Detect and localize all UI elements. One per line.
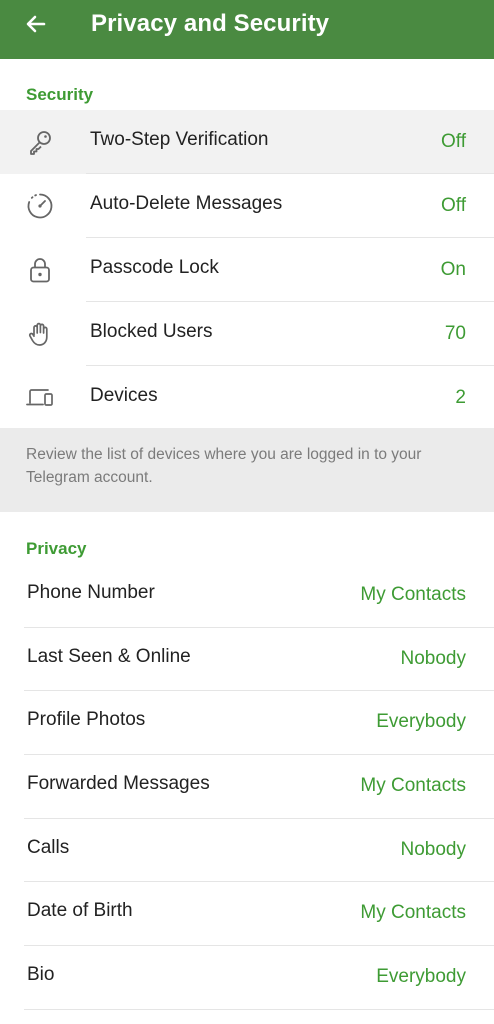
blocked-users-label: Blocked Users bbox=[90, 321, 213, 342]
profile-photos-value: Everybody bbox=[376, 711, 466, 732]
forwarded-messages-value: My Contacts bbox=[360, 775, 466, 796]
profile-photos-row[interactable]: Profile Photos Everybody bbox=[0, 690, 494, 754]
bio-value: Everybody bbox=[376, 966, 466, 987]
back-arrow-icon bbox=[24, 12, 48, 36]
auto-delete-messages-value: Off bbox=[441, 195, 466, 216]
calls-row[interactable]: Calls Nobody bbox=[0, 818, 494, 882]
phone-number-value: My Contacts bbox=[360, 584, 466, 605]
back-button[interactable] bbox=[14, 6, 58, 42]
last-seen-online-label: Last Seen & Online bbox=[27, 646, 191, 667]
bio-label: Bio bbox=[27, 964, 55, 985]
blocked-users-value: 70 bbox=[444, 323, 466, 344]
profile-photos-label: Profile Photos bbox=[27, 709, 146, 730]
calls-value: Nobody bbox=[400, 839, 467, 860]
forwarded-messages-label: Forwarded Messages bbox=[27, 773, 210, 794]
page-title: Privacy and Security bbox=[91, 10, 330, 37]
security-section-header: Security bbox=[26, 85, 94, 104]
devices-info-text: Review the list of devices where you are… bbox=[0, 428, 494, 512]
divider bbox=[24, 1009, 494, 1010]
passcode-lock-value: On bbox=[440, 259, 466, 280]
devices-label: Devices bbox=[90, 385, 158, 406]
phone-number-row[interactable]: Phone Number My Contacts bbox=[0, 563, 494, 627]
hand-icon bbox=[22, 316, 58, 352]
auto-delete-messages-row[interactable]: Auto-Delete Messages Off bbox=[0, 174, 494, 238]
passcode-lock-row[interactable]: Passcode Lock On bbox=[0, 238, 494, 302]
date-of-birth-label: Date of Birth bbox=[27, 900, 133, 921]
last-seen-online-value: Nobody bbox=[400, 648, 467, 669]
privacy-section-header: Privacy bbox=[26, 539, 87, 558]
forwarded-messages-row[interactable]: Forwarded Messages My Contacts bbox=[0, 754, 494, 818]
devices-icon bbox=[22, 380, 58, 416]
key-icon bbox=[22, 124, 58, 160]
date-of-birth-row[interactable]: Date of Birth My Contacts bbox=[0, 881, 494, 945]
phone-number-label: Phone Number bbox=[27, 582, 155, 603]
date-of-birth-value: My Contacts bbox=[360, 902, 466, 923]
lock-icon bbox=[22, 252, 58, 288]
two-step-verification-row[interactable]: Two-Step Verification Off bbox=[0, 110, 494, 174]
app-bar: Privacy and Security bbox=[0, 0, 494, 59]
auto-delete-messages-label: Auto-Delete Messages bbox=[90, 193, 283, 214]
two-step-verification-label: Two-Step Verification bbox=[90, 129, 269, 150]
passcode-lock-label: Passcode Lock bbox=[90, 257, 219, 278]
last-seen-online-row[interactable]: Last Seen & Online Nobody bbox=[0, 627, 494, 691]
devices-value: 2 bbox=[455, 387, 466, 408]
blocked-users-row[interactable]: Blocked Users 70 bbox=[0, 302, 494, 366]
devices-row[interactable]: Devices 2 bbox=[0, 366, 494, 430]
auto-delete-timer-icon bbox=[22, 188, 58, 224]
two-step-verification-value: Off bbox=[441, 131, 466, 152]
calls-label: Calls bbox=[27, 837, 70, 858]
bio-row[interactable]: Bio Everybody bbox=[0, 945, 494, 1009]
